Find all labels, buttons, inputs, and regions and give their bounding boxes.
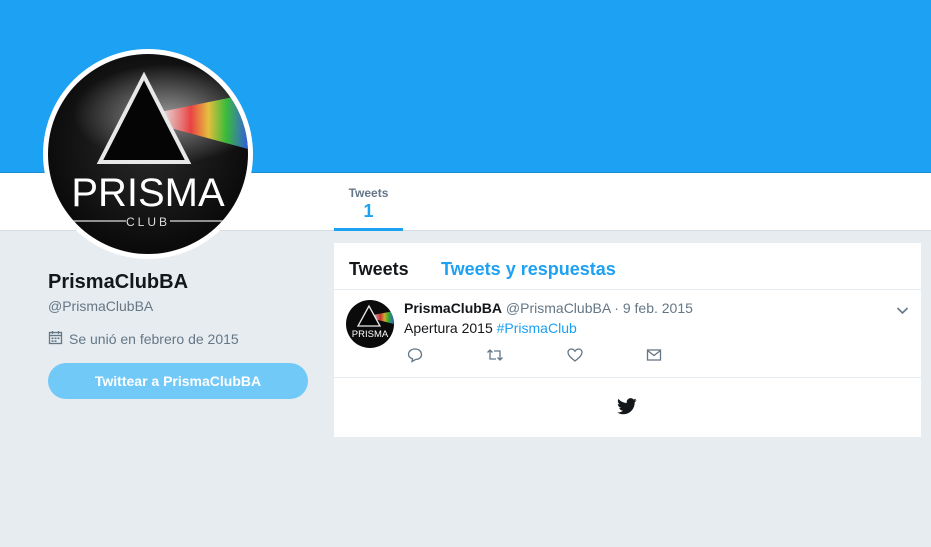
tweet-text-content: Apertura 2015: [404, 320, 493, 336]
prisma-logo: PRISMA CLUB: [48, 54, 248, 254]
joined-date: Se unió en febrero de 2015: [48, 330, 239, 348]
tweet-author-name[interactable]: PrismaClubBA: [404, 300, 502, 316]
tweets-stat-count: 1: [363, 201, 374, 221]
tweet-text: Apertura 2015 #PrismaClub: [404, 320, 577, 336]
timeline-tabs: Tweets Tweets y respuestas: [334, 243, 921, 290]
reply-icon[interactable]: [407, 347, 423, 368]
profile-name[interactable]: PrismaClubBA: [48, 271, 188, 294]
tweet[interactable]: PRISMA PrismaClubBA @PrismaClubBA · 9 fe…: [334, 290, 921, 378]
tweet-avatar[interactable]: PRISMA: [346, 300, 394, 348]
svg-text:PRISMA: PRISMA: [71, 171, 225, 215]
chevron-down-icon[interactable]: [896, 304, 909, 322]
like-icon[interactable]: [567, 347, 583, 368]
tab-tweets-and-replies[interactable]: Tweets y respuestas: [441, 259, 616, 280]
profile-handle: @PrismaClubBA: [48, 298, 154, 314]
tweet-date[interactable]: 9 feb. 2015: [623, 300, 693, 316]
timeline-footer: [334, 378, 921, 438]
tweet-separator: ·: [614, 300, 619, 316]
tweet-hashtag[interactable]: #PrismaClub: [497, 320, 577, 336]
timeline: Tweets Tweets y respuestas PRISMA Prisma…: [334, 243, 921, 437]
tweet-to-button[interactable]: Twittear a PrismaClubBA: [48, 363, 308, 399]
tweet-author-handle[interactable]: @PrismaClubBA: [506, 300, 610, 316]
joined-text: Se unió en febrero de 2015: [69, 331, 239, 347]
profile-avatar[interactable]: PRISMA CLUB: [43, 49, 253, 259]
dm-icon[interactable]: [646, 347, 662, 368]
calendar-icon: [48, 330, 63, 348]
tab-tweets[interactable]: Tweets: [349, 259, 409, 280]
svg-text:CLUB: CLUB: [126, 215, 170, 229]
tweet-header: PrismaClubBA @PrismaClubBA · 9 feb. 2015: [404, 300, 693, 316]
twitter-bird-icon: [617, 398, 637, 420]
tweets-stat[interactable]: Tweets 1: [334, 173, 403, 231]
tweets-stat-label: Tweets: [348, 186, 389, 200]
svg-text:PRISMA: PRISMA: [352, 329, 389, 340]
retweet-icon[interactable]: [486, 347, 504, 368]
